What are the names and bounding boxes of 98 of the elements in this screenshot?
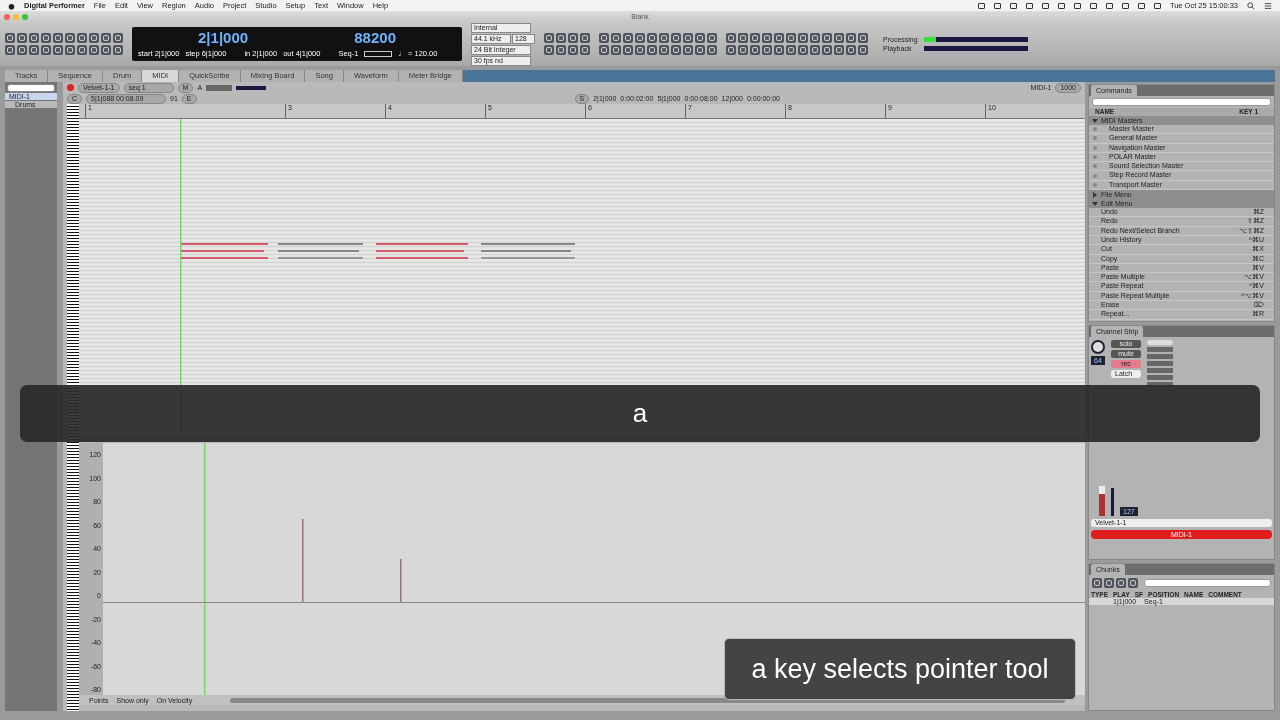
toolbar-button[interactable] (568, 33, 578, 43)
toolbar-button[interactable] (762, 45, 772, 55)
chunk-button[interactable] (1104, 578, 1114, 588)
midi-note[interactable] (376, 243, 468, 259)
toolbar-button[interactable] (659, 45, 669, 55)
toolbar-button[interactable] (810, 33, 820, 43)
search-field[interactable] (1092, 98, 1271, 106)
toolbar-button[interactable] (726, 45, 736, 55)
toolbar-button[interactable] (635, 45, 645, 55)
toolbar-button[interactable] (77, 33, 87, 43)
toolbar-button[interactable] (101, 45, 111, 55)
toolbar-button[interactable] (659, 33, 669, 43)
toolbar-button[interactable] (41, 33, 51, 43)
disclosure-triangle-icon[interactable] (1092, 200, 1098, 207)
toolbar-button[interactable] (786, 33, 796, 43)
volume-fader[interactable] (1099, 486, 1105, 516)
chunk-button[interactable] (1092, 578, 1102, 588)
toolbar-button[interactable] (568, 45, 578, 55)
toolbar-button[interactable] (599, 45, 609, 55)
toolbar-button[interactable] (798, 33, 808, 43)
toolbar-button[interactable] (29, 45, 39, 55)
toolbar-button[interactable] (623, 33, 633, 43)
midi-note[interactable] (278, 243, 363, 259)
toolbar-button[interactable] (544, 33, 554, 43)
toolbar-button[interactable] (77, 45, 87, 55)
toolbar-button[interactable] (671, 33, 681, 43)
toolbar-button[interactable] (635, 33, 645, 43)
toolbar-button[interactable] (17, 33, 27, 43)
toolbar-button[interactable] (822, 33, 832, 43)
disclosure-triangle-icon[interactable] (1092, 117, 1098, 124)
toolbar-button[interactable] (695, 45, 705, 55)
toolbar-button[interactable] (599, 33, 609, 43)
time-counter[interactable]: 2|1|000 (198, 29, 249, 46)
pan-knob[interactable] (1091, 340, 1105, 354)
sample-counter[interactable]: 88200 (354, 29, 396, 46)
toolbar-button[interactable] (846, 45, 856, 55)
toolbar-button[interactable] (671, 45, 681, 55)
toolbar-button[interactable] (738, 45, 748, 55)
toolbar-button[interactable] (41, 45, 51, 55)
toolbar-button[interactable] (750, 33, 760, 43)
toolbar-button[interactable] (858, 33, 868, 43)
toolbar-button[interactable] (89, 33, 99, 43)
toolbar-button[interactable] (834, 33, 844, 43)
toolbar-button[interactable] (647, 33, 657, 43)
record-enable-icon[interactable] (67, 84, 74, 91)
caption-text: a key selects pointer tool (724, 638, 1076, 700)
toolbar-button[interactable] (726, 33, 736, 43)
toolbar-button[interactable] (101, 33, 111, 43)
toolbar-button[interactable] (580, 45, 590, 55)
disclosure-triangle-icon[interactable] (1092, 191, 1098, 198)
search-icon[interactable] (1247, 1, 1255, 10)
midi-note[interactable] (481, 243, 575, 259)
toolbar-button[interactable] (762, 33, 772, 43)
toolbar-button[interactable] (623, 45, 633, 55)
toolbar-button[interactable] (65, 33, 75, 43)
toolbar-button[interactable] (683, 33, 693, 43)
midi-note[interactable] (180, 243, 268, 259)
toolbar-button[interactable] (580, 33, 590, 43)
toolbar-button[interactable] (822, 45, 832, 55)
toolbar-button[interactable] (846, 33, 856, 43)
toolbar-button[interactable] (786, 45, 796, 55)
toolbar-button[interactable] (53, 45, 63, 55)
search-field[interactable] (7, 84, 55, 92)
toolbar-button[interactable] (774, 45, 784, 55)
toolbar-button[interactable] (53, 33, 63, 43)
toolbar-button[interactable] (17, 45, 27, 55)
chunk-button[interactable] (1116, 578, 1126, 588)
value-field[interactable] (206, 84, 233, 91)
toolbar-button[interactable] (5, 45, 15, 55)
toolbar-button[interactable] (834, 45, 844, 55)
toolbar-button[interactable] (750, 45, 760, 55)
toolbar-button[interactable] (113, 33, 123, 43)
toolbar-button[interactable] (89, 45, 99, 55)
toolbar-button[interactable] (611, 45, 621, 55)
chunk-button[interactable] (1128, 578, 1138, 588)
toolbar-button[interactable] (29, 33, 39, 43)
toolbar-button[interactable] (707, 33, 717, 43)
caption-key: a (632, 398, 648, 429)
toolbar-button[interactable] (798, 45, 808, 55)
toolbar-button[interactable] (611, 33, 621, 43)
toolbar-button[interactable] (544, 45, 554, 55)
toolbar-button[interactable] (738, 33, 748, 43)
toolbar-button[interactable] (695, 33, 705, 43)
toolbar-button[interactable] (647, 45, 657, 55)
toolbar-button[interactable] (810, 45, 820, 55)
list-icon[interactable] (1264, 1, 1272, 10)
toolbar-button[interactable] (707, 45, 717, 55)
toolbar-button[interactable] (5, 33, 15, 43)
piano-keyboard[interactable] (67, 104, 79, 711)
toolbar-button[interactable] (683, 45, 693, 55)
toolbar-button[interactable] (113, 45, 123, 55)
toolbar-button[interactable] (858, 45, 868, 55)
toolbar-button[interactable] (556, 45, 566, 55)
level-meter (1111, 488, 1114, 516)
search-field[interactable] (1144, 579, 1271, 587)
toolbar-button[interactable] (556, 33, 566, 43)
toolbar-button[interactable] (65, 45, 75, 55)
toolbar-button[interactable] (774, 33, 784, 43)
